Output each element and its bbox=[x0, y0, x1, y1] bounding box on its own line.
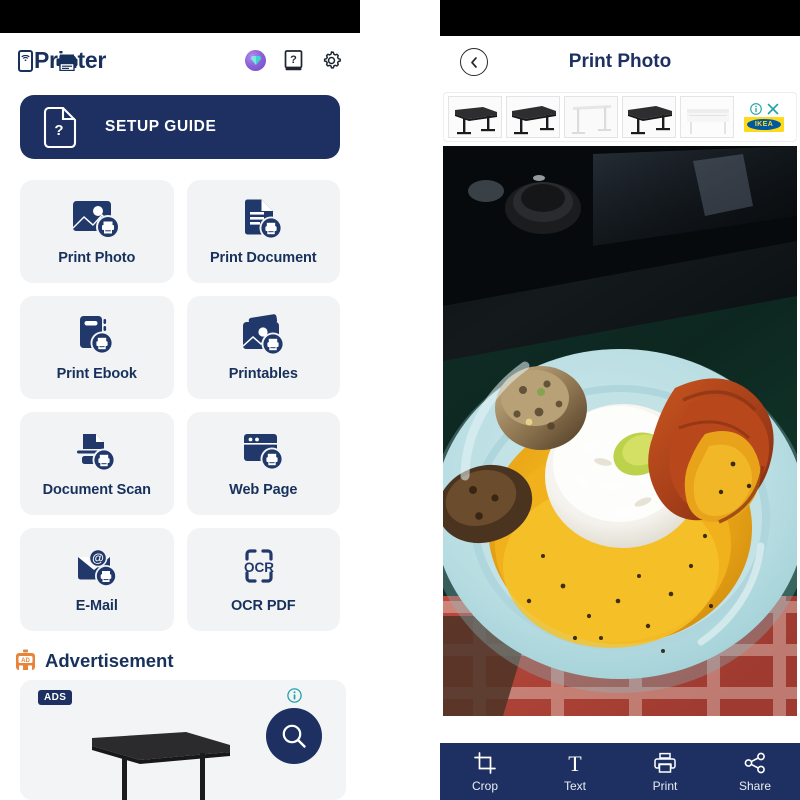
text-icon: T bbox=[564, 751, 586, 775]
photo-bottom-toolbar: Crop T Text Print Share bbox=[440, 743, 800, 800]
tile-label: OCR PDF bbox=[230, 598, 296, 614]
tile-label: Print Document bbox=[209, 250, 317, 266]
crop-button[interactable]: Crop bbox=[440, 751, 530, 793]
food-photo[interactable] bbox=[443, 146, 797, 716]
tile-print-photo[interactable]: Print Photo bbox=[20, 180, 174, 283]
tool-label: Text bbox=[563, 778, 586, 793]
setup-guide-banner[interactable]: ? SETUP GUIDE bbox=[20, 95, 340, 159]
ad-banner-icon-row bbox=[749, 102, 779, 115]
ikea-ad-banner[interactable]: IKEA bbox=[443, 92, 797, 142]
question-document-icon: ? bbox=[43, 106, 77, 148]
tile-print-document[interactable]: Print Document bbox=[186, 180, 340, 283]
ads-badge: ADS bbox=[38, 690, 73, 705]
crop-icon bbox=[474, 751, 496, 775]
tile-label: E-Mail bbox=[75, 598, 118, 614]
tile-label: Printables bbox=[228, 366, 298, 382]
desk-thumb-2[interactable] bbox=[506, 96, 560, 138]
status-bar bbox=[440, 0, 800, 36]
info-icon[interactable] bbox=[749, 102, 762, 115]
printer-icon bbox=[56, 54, 78, 71]
tile-label: Print Ebook bbox=[56, 366, 137, 382]
tile-ocr-pdf[interactable]: OCR OCR PDF bbox=[186, 528, 340, 631]
ikea-logo: IKEA bbox=[744, 116, 784, 132]
advertisement-label: Advertisement bbox=[45, 649, 174, 671]
chevron-left-icon bbox=[470, 56, 477, 68]
share-icon bbox=[744, 751, 766, 775]
phone-wifi-icon bbox=[18, 49, 33, 72]
food-photo-image bbox=[443, 146, 797, 716]
ikea-logo-text: IKEA bbox=[754, 120, 774, 128]
ocr-icon-text: OCR bbox=[244, 560, 274, 575]
header-icon-group: ? bbox=[245, 50, 342, 71]
status-bar bbox=[0, 0, 360, 33]
tile-email[interactable]: @ E-Mail bbox=[20, 528, 174, 631]
tile-label: Web Page bbox=[229, 482, 298, 498]
feature-tile-grid: Print Photo Print Document Print Ebook P… bbox=[20, 180, 340, 631]
page-title: Print Photo bbox=[568, 51, 672, 72]
help-book-icon[interactable]: ? bbox=[284, 50, 303, 71]
gem-glyph bbox=[250, 56, 261, 65]
tile-label: Document Scan bbox=[42, 482, 151, 498]
photo-print-icon bbox=[71, 197, 123, 243]
back-button[interactable] bbox=[460, 48, 488, 76]
tile-web-page[interactable]: Web Page bbox=[186, 412, 340, 515]
print-button[interactable]: Print bbox=[620, 751, 710, 793]
home-screen-panel: Printer ? bbox=[0, 0, 360, 800]
desk-thumb-4[interactable] bbox=[622, 96, 676, 138]
printables-icon bbox=[237, 313, 289, 359]
tile-print-ebook[interactable]: Print Ebook bbox=[20, 296, 174, 399]
email-print-icon: @ bbox=[71, 545, 123, 591]
search-icon bbox=[282, 724, 306, 748]
photo-screen-header: Print Photo bbox=[440, 36, 800, 88]
print-photo-panel: Print Photo IKEA Crop T Text Print Share bbox=[440, 0, 800, 800]
tile-label: Print Photo bbox=[58, 250, 136, 266]
app-logo: Printer bbox=[18, 47, 106, 74]
setup-guide-label: SETUP GUIDE bbox=[105, 118, 217, 135]
desk-thumb-1[interactable] bbox=[448, 96, 502, 138]
ad-banner-controls: IKEA bbox=[736, 95, 792, 139]
svg-text:T: T bbox=[568, 752, 582, 774]
ad-product-image bbox=[92, 732, 230, 800]
info-icon[interactable] bbox=[287, 688, 302, 703]
tile-printables[interactable]: Printables bbox=[186, 296, 340, 399]
printer-icon bbox=[654, 751, 676, 775]
advertisement-heading: AD Advertisement bbox=[14, 649, 360, 672]
text-button[interactable]: T Text bbox=[530, 751, 620, 793]
ocr-icon: OCR bbox=[237, 545, 289, 591]
tool-label: Share bbox=[738, 778, 772, 793]
app-header: Printer ? bbox=[0, 33, 360, 88]
desk-thumb-3[interactable] bbox=[564, 96, 618, 138]
desk-thumb-5[interactable] bbox=[680, 96, 734, 138]
premium-gem-icon[interactable] bbox=[245, 50, 266, 71]
tool-label: Print bbox=[652, 778, 678, 793]
share-button[interactable]: Share bbox=[710, 751, 800, 793]
document-scan-icon bbox=[71, 429, 123, 475]
ad-thumbnail-list bbox=[448, 96, 734, 138]
document-print-icon bbox=[237, 197, 289, 243]
tool-label: Crop bbox=[471, 778, 498, 793]
webpage-print-icon bbox=[237, 429, 289, 475]
close-icon[interactable] bbox=[767, 103, 779, 115]
search-fab-button[interactable] bbox=[266, 708, 322, 764]
wifi-glyph bbox=[21, 54, 30, 61]
svg-text:AD: AD bbox=[21, 658, 30, 664]
svg-text:@: @ bbox=[92, 551, 104, 565]
advertisement-section: AD Advertisement ADS bbox=[0, 649, 360, 800]
settings-gear-icon[interactable] bbox=[321, 50, 342, 71]
ad-robot-icon: AD bbox=[16, 649, 35, 670]
tile-document-scan[interactable]: Document Scan bbox=[20, 412, 174, 515]
advertisement-card[interactable]: ADS bbox=[20, 680, 346, 800]
ebook-print-icon bbox=[71, 313, 123, 359]
svg-text:?: ? bbox=[290, 54, 297, 66]
svg-text:?: ? bbox=[54, 122, 63, 139]
